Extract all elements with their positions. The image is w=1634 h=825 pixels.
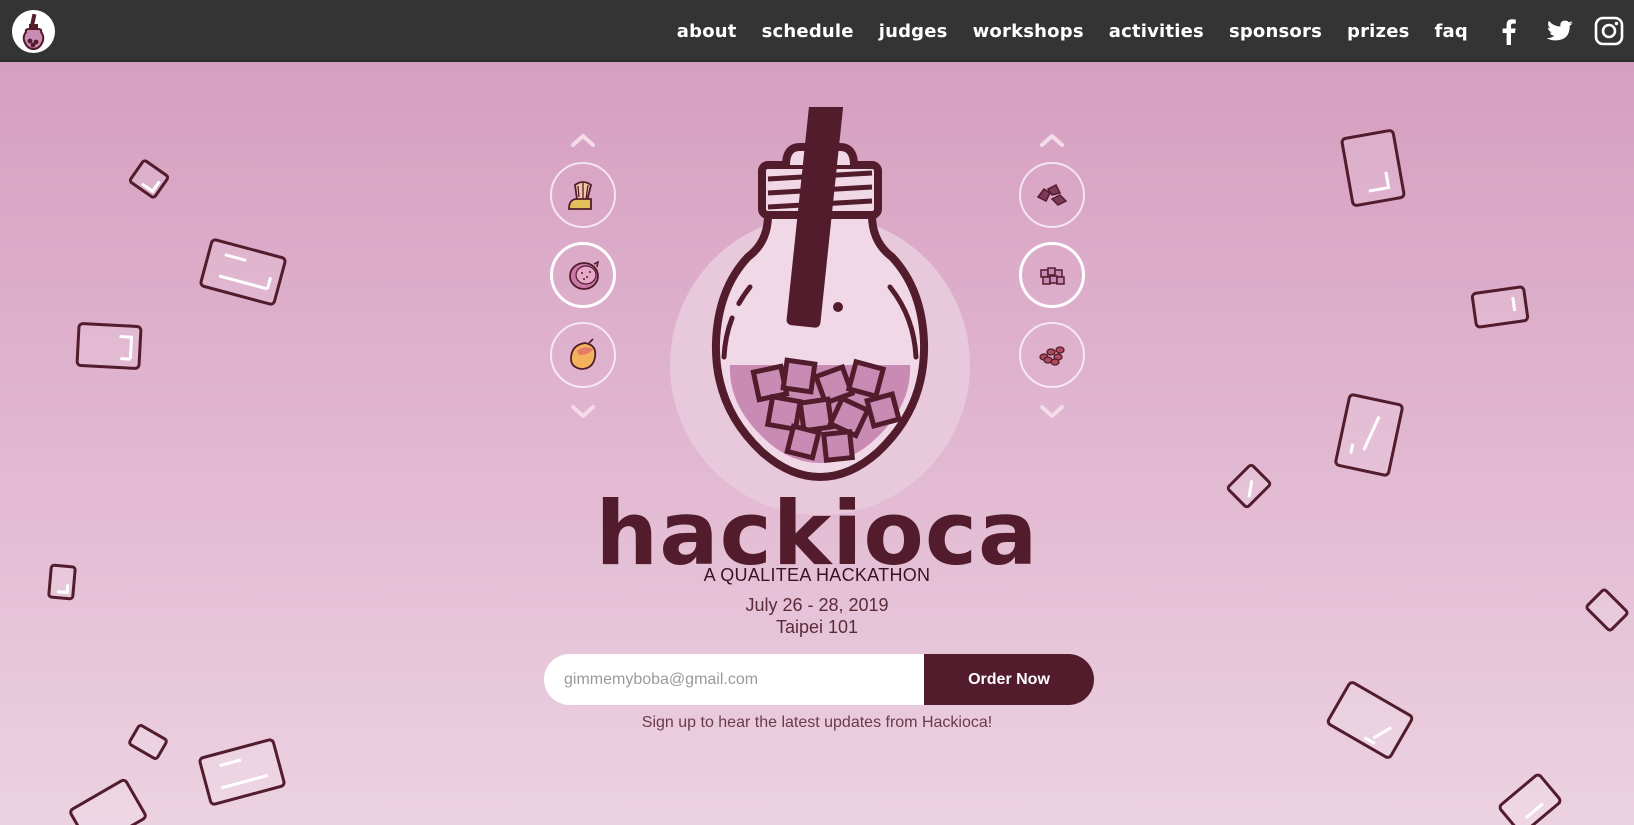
facebook-icon[interactable] [1493, 15, 1525, 47]
instagram-icon[interactable] [1593, 15, 1625, 47]
chevron-down-icon[interactable] [1038, 404, 1066, 420]
mango-icon[interactable] [550, 322, 616, 388]
email-field[interactable] [544, 654, 924, 705]
nav-link-judges[interactable]: judges [879, 21, 948, 42]
right-topping-selector [1017, 132, 1087, 420]
order-now-button[interactable]: Order Now [924, 654, 1094, 705]
twitter-icon[interactable] [1543, 15, 1575, 47]
logo[interactable] [12, 10, 55, 53]
chevron-down-icon[interactable] [569, 404, 597, 420]
signup-form: Order Now [544, 654, 1094, 705]
jelly-cubes-icon[interactable] [1019, 242, 1085, 308]
chevron-up-icon[interactable] [569, 132, 597, 148]
nav-link-schedule[interactable]: schedule [762, 21, 854, 42]
seashell-icon[interactable] [550, 162, 616, 228]
tagline: A QUALITEA HACKATHON [703, 565, 931, 585]
boba-bulb-logo-icon [22, 13, 45, 51]
left-topping-selector [548, 132, 618, 420]
nav-link-faq[interactable]: faq [1435, 21, 1468, 42]
event-date: July 26 - 28, 2019 [745, 595, 889, 615]
event-venue: Taipei 101 [775, 617, 859, 637]
nav-link-sponsors[interactable]: sponsors [1229, 21, 1322, 42]
navbar: about schedule judges workshops activiti… [0, 0, 1634, 62]
hero-section: hackioca A QUALITEA HACKATHON July 26 - … [0, 62, 1634, 825]
nav-links: about schedule judges workshops activiti… [652, 0, 1468, 62]
nav-link-about[interactable]: about [677, 21, 737, 42]
chevron-up-icon[interactable] [1038, 132, 1066, 148]
boba-lightbulb-illustration [670, 107, 970, 515]
dragonfruit-icon[interactable] [550, 242, 616, 308]
grass-jelly-icon[interactable] [1019, 162, 1085, 228]
nav-link-workshops[interactable]: workshops [973, 21, 1084, 42]
red-beans-icon[interactable] [1019, 322, 1085, 388]
nav-link-activities[interactable]: activities [1109, 21, 1204, 42]
signup-note: Sign up to hear the latest updates from … [641, 714, 993, 731]
nav-link-prizes[interactable]: prizes [1347, 21, 1410, 42]
